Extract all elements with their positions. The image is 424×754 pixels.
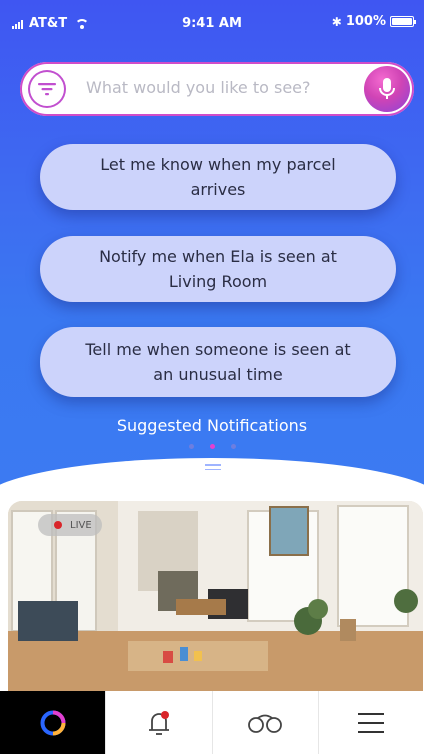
hamburger-menu-icon bbox=[358, 712, 385, 733]
tab-bar bbox=[0, 691, 424, 754]
search-bar[interactable] bbox=[20, 62, 414, 116]
suggestion-text: Notify me when Ela is seen at Living Room bbox=[99, 247, 337, 291]
suggested-notifications-label: Suggested Notifications bbox=[116, 416, 308, 435]
live-label: LIVE bbox=[70, 519, 92, 531]
status-right: ✱ 100% bbox=[331, 14, 416, 29]
microphone-icon bbox=[379, 78, 395, 99]
ring-logo-icon bbox=[40, 710, 66, 735]
bell-icon bbox=[148, 710, 169, 735]
page-dot[interactable] bbox=[188, 444, 194, 449]
page-dot[interactable] bbox=[230, 444, 236, 449]
suggestion-unusual-time[interactable]: Tell me when someone is seen at an unusua… bbox=[40, 327, 396, 397]
page-dot-active[interactable] bbox=[209, 444, 215, 449]
filter-icon bbox=[38, 83, 56, 96]
suggestion-text: Let me know when my parcel arrives bbox=[100, 155, 336, 199]
battery-percent: 100% bbox=[345, 14, 386, 29]
search-input[interactable] bbox=[86, 78, 346, 97]
filter-button[interactable] bbox=[28, 70, 66, 108]
live-dot-icon bbox=[54, 521, 62, 529]
suggestion-parcel[interactable]: Let me know when my parcel arrives bbox=[40, 144, 396, 210]
live-badge: LIVE bbox=[38, 514, 102, 536]
voice-button[interactable] bbox=[364, 66, 410, 112]
bluetooth-icon: ✱ bbox=[331, 14, 342, 29]
pagination-dots[interactable] bbox=[0, 444, 424, 449]
drag-handle[interactable] bbox=[205, 464, 221, 471]
status-bar: AT&T 9:41 AM ✱ 100% bbox=[0, 0, 424, 44]
battery-icon bbox=[390, 16, 416, 27]
tab-home[interactable] bbox=[0, 691, 106, 754]
tab-views[interactable] bbox=[211, 691, 318, 754]
suggestion-text: Tell me when someone is seen at an unusua… bbox=[85, 340, 351, 384]
binoculars-icon bbox=[248, 714, 283, 733]
tab-menu[interactable] bbox=[317, 691, 424, 754]
suggestion-ela-living-room[interactable]: Notify me when Ela is seen at Living Room bbox=[40, 236, 396, 302]
tab-notifications[interactable] bbox=[105, 691, 211, 754]
